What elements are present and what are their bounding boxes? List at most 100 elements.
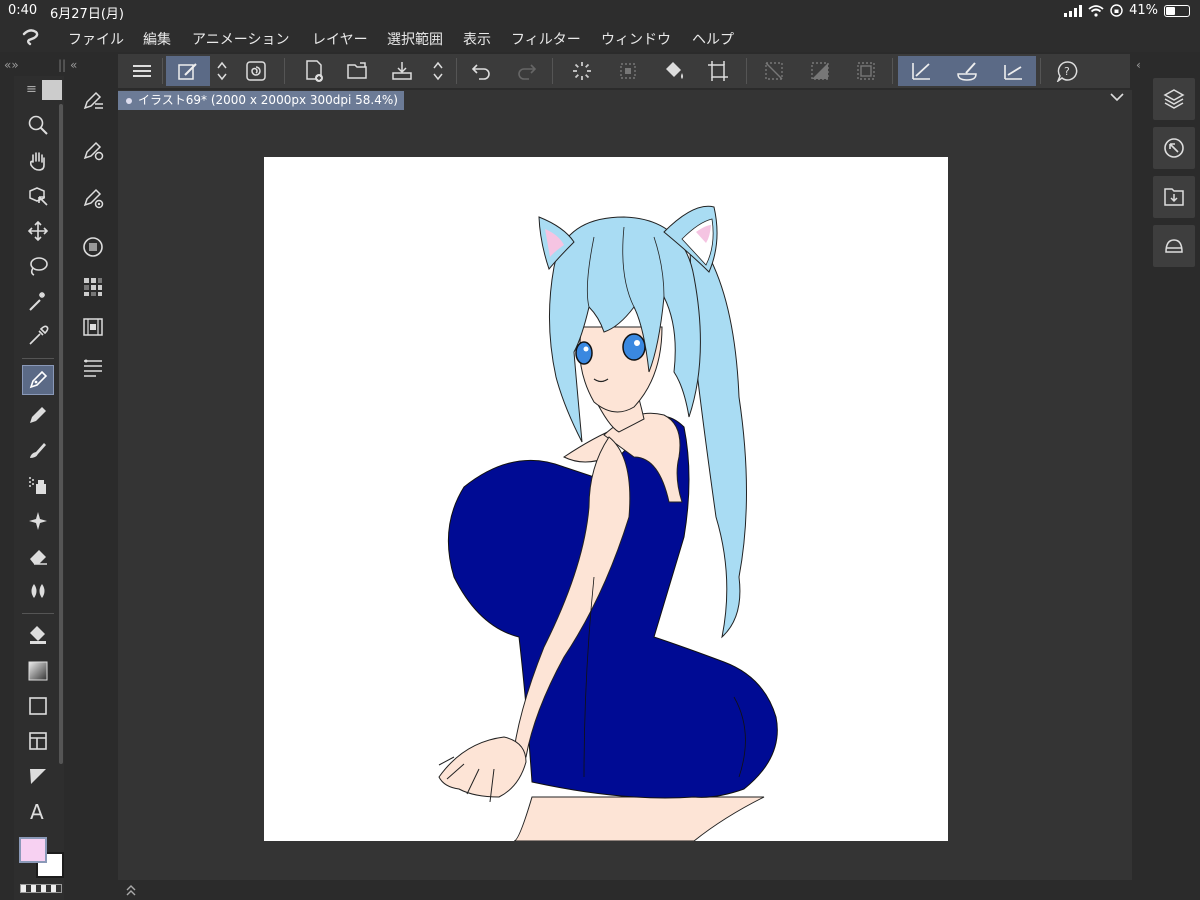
menu-filter[interactable]: フィルター	[511, 29, 581, 49]
transform-icon[interactable]	[610, 56, 646, 86]
collapse-left-icon[interactable]: «»	[4, 58, 19, 72]
menu-help[interactable]: ヘルプ	[692, 29, 734, 49]
ponytail	[688, 225, 747, 639]
menu-selection[interactable]: 選択範囲	[387, 29, 443, 49]
color-circle-icon[interactable]	[78, 232, 108, 262]
crop-icon[interactable]	[700, 56, 736, 86]
object-icon[interactable]	[22, 181, 54, 211]
save-icon[interactable]	[384, 56, 420, 86]
text-icon[interactable]: A	[22, 796, 54, 826]
deselect-icon[interactable]	[756, 56, 792, 86]
subtool-pen-icon[interactable]	[78, 86, 108, 116]
status-right: 41%	[1064, 3, 1190, 18]
spinner-icon[interactable]	[212, 56, 232, 86]
tool-divider	[22, 358, 54, 359]
timeline-icon[interactable]	[78, 312, 108, 342]
menu-icon[interactable]	[124, 56, 160, 86]
battery-icon	[1164, 4, 1190, 17]
scroll-icon[interactable]	[238, 56, 274, 86]
shape-icon[interactable]	[22, 691, 54, 721]
fill-icon[interactable]	[22, 620, 54, 650]
subtool-detail-icon[interactable]	[78, 183, 108, 213]
eye-left	[575, 341, 593, 365]
separator	[552, 58, 553, 84]
status-time: 0:40	[8, 3, 38, 18]
zoom-icon[interactable]	[22, 110, 54, 140]
leg	[513, 796, 765, 841]
collapse-sub-icon[interactable]: «	[70, 58, 77, 72]
menu-file[interactable]: ファイル	[68, 29, 124, 49]
lasso-icon[interactable]	[22, 251, 54, 281]
expand-up-icon[interactable]	[125, 884, 137, 896]
decoration-icon[interactable]	[22, 506, 54, 536]
hands	[438, 736, 527, 798]
drawing-canvas[interactable]	[264, 157, 948, 841]
separator	[284, 58, 285, 84]
vector-snap-icon[interactable]	[898, 56, 944, 86]
illustration-artwork	[438, 205, 778, 841]
download-icon[interactable]	[1153, 176, 1195, 218]
pencil-icon[interactable]	[22, 400, 54, 430]
separator	[892, 58, 893, 84]
hand-icon[interactable]	[22, 146, 54, 176]
updown-icon[interactable]	[428, 56, 448, 86]
signal-icon	[1064, 4, 1083, 17]
modify-icon[interactable]	[166, 56, 210, 86]
subtool-settings-icon[interactable]	[78, 136, 108, 166]
separator	[1040, 58, 1041, 84]
unsaved-dot-icon	[126, 97, 132, 104]
tool-palette-header-icon[interactable]	[42, 80, 62, 100]
redo-icon[interactable]	[508, 56, 544, 86]
ruler-icon[interactable]	[22, 761, 54, 791]
gradient-icon[interactable]	[22, 656, 54, 686]
app-window: 0:40 6月27日(月) 41% ファイル 編集 アニメーション レイヤー 選…	[0, 0, 1200, 900]
color-set-icon[interactable]	[78, 272, 108, 302]
panel-grip-icon[interactable]: ||	[58, 58, 66, 72]
help-icon[interactable]: ?	[1050, 56, 1086, 86]
undo-icon[interactable]	[464, 56, 500, 86]
menu-view[interactable]: 表示	[463, 29, 491, 49]
layer-icon[interactable]	[1153, 78, 1195, 120]
tool-divider	[22, 613, 54, 614]
material-icon[interactable]	[1153, 225, 1195, 267]
fill-command-icon[interactable]	[656, 56, 692, 86]
pen-icon[interactable]	[22, 365, 54, 395]
tool-palette-menu-icon[interactable]: ≡	[26, 82, 37, 97]
loading-icon[interactable]	[564, 56, 600, 86]
new-icon[interactable]	[296, 56, 332, 86]
bottom-bar	[118, 880, 1132, 900]
open-icon[interactable]	[340, 56, 376, 86]
brush-snap-icon[interactable]	[944, 56, 990, 86]
brush-icon[interactable]	[22, 435, 54, 465]
navigator-icon[interactable]	[1153, 127, 1195, 169]
separator	[162, 58, 163, 84]
battery-percent: 41%	[1129, 3, 1158, 18]
tool-scrollbar[interactable]	[59, 104, 63, 764]
menu-window[interactable]: ウィンドウ	[601, 29, 671, 49]
svg-text:?: ?	[1064, 65, 1070, 78]
svg-text:A: A	[30, 800, 44, 822]
eye-right	[622, 333, 646, 361]
eyedropper-icon[interactable]	[22, 321, 54, 351]
blend-icon[interactable]	[22, 576, 54, 606]
eraser-icon[interactable]	[22, 541, 54, 571]
status-bar: 0:40 6月27日(月) 41%	[0, 0, 1200, 24]
app-logo-icon	[22, 29, 39, 46]
airbrush-icon[interactable]	[22, 470, 54, 500]
magic-wand-icon[interactable]	[22, 286, 54, 316]
menu-edit[interactable]: 編集	[143, 29, 171, 49]
menu-bar: ファイル 編集 アニメーション レイヤー 選択範囲 表示 フィルター ウィンドウ…	[0, 24, 1200, 52]
frame-icon[interactable]	[22, 726, 54, 756]
move-icon[interactable]	[22, 216, 54, 246]
main-color-swatch[interactable]	[19, 837, 47, 863]
layer-property-icon[interactable]	[78, 352, 108, 382]
invert-icon[interactable]	[802, 56, 838, 86]
menu-layer[interactable]: レイヤー	[312, 29, 368, 49]
document-tab[interactable]: イラスト69* (2000 x 2000px 300dpi 58.4%)	[118, 91, 404, 110]
ruler-snap-icon[interactable]	[990, 56, 1036, 86]
chevron-down-icon[interactable]	[1110, 92, 1124, 102]
transparent-color-swatch[interactable]	[20, 884, 62, 893]
separator	[456, 58, 457, 84]
menu-animation[interactable]: アニメーション	[192, 29, 289, 49]
border-icon[interactable]	[848, 56, 884, 86]
